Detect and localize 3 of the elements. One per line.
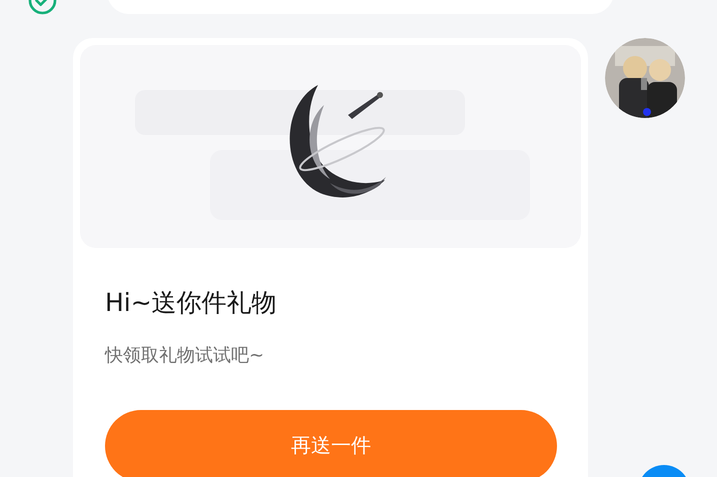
send-again-button[interactable]: 再送一件 — [105, 410, 557, 477]
gift-title: Hi~送你件礼物 — [105, 288, 278, 318]
gift-subtitle: 快领取礼物试试吧~ — [105, 344, 266, 368]
